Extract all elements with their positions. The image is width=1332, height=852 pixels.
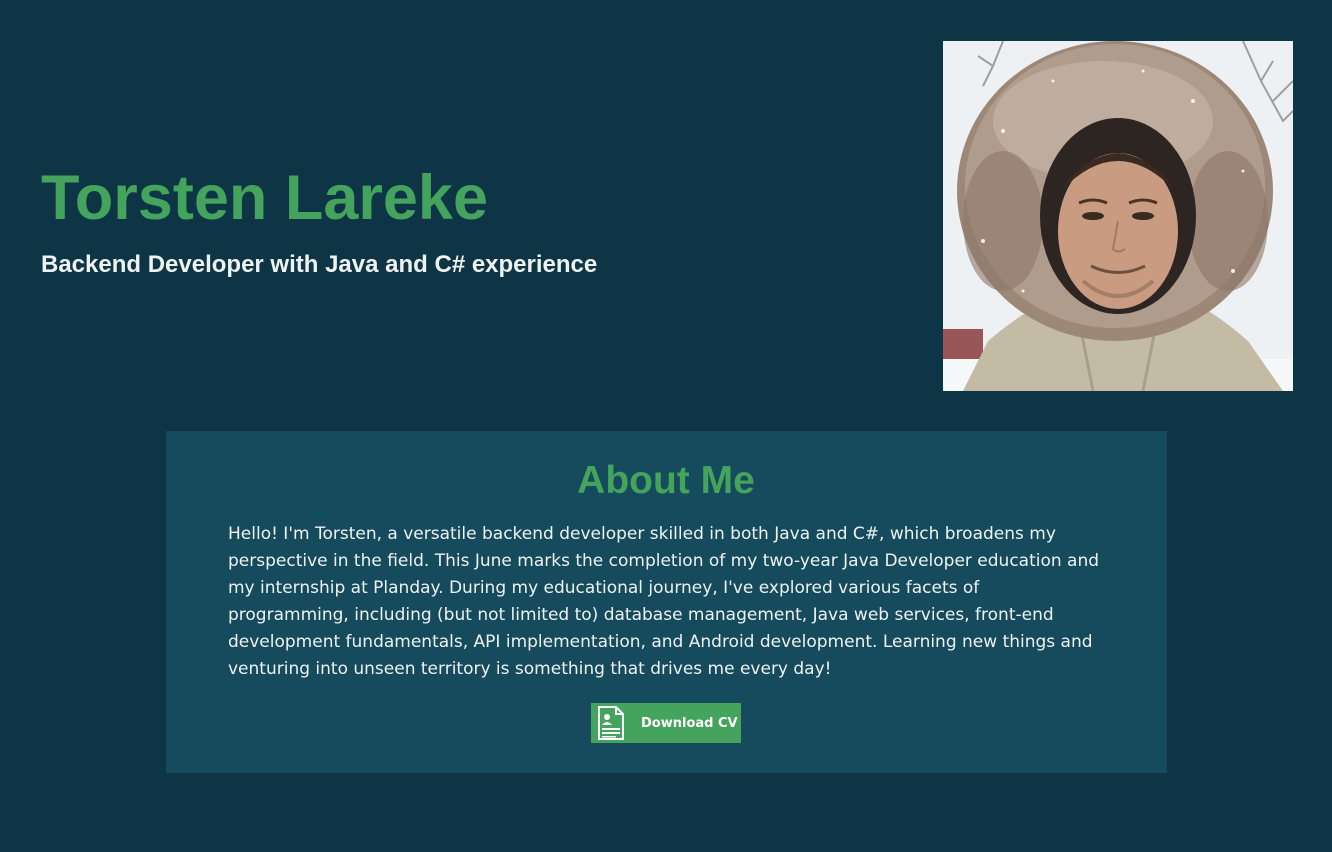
download-cv-label: Download CV [641,715,738,731]
hero-name: Torsten Lareke [41,163,488,233]
resume-document-icon [596,705,626,741]
about-title: About Me [577,459,755,502]
portfolio-page: Torsten Lareke Backend Developer with Ja… [0,0,1332,852]
about-text: Hello! I'm Torsten, a versatile backend … [228,524,1100,679]
profile-photo [943,41,1293,391]
hero-tagline: Backend Developer with Java and C# exper… [41,251,598,278]
profile-photo-illustration [943,41,1293,391]
download-cv-button[interactable]: Download CV [591,703,741,743]
